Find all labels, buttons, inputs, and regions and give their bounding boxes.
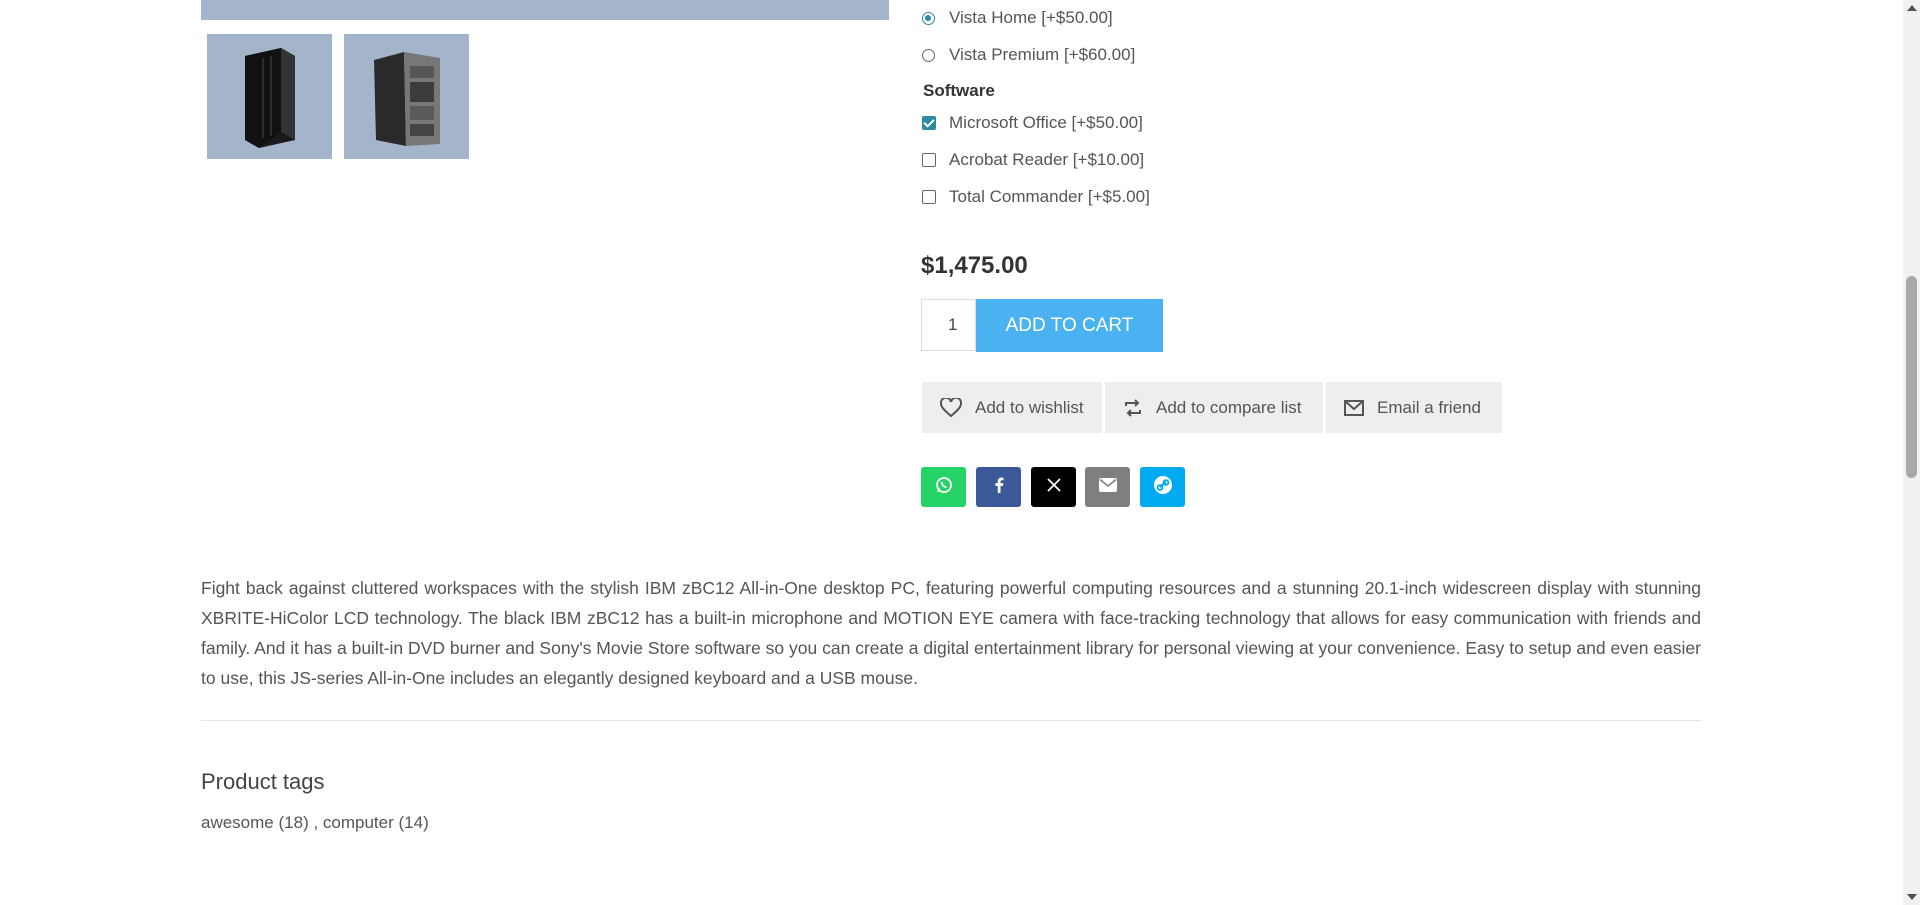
- software-option-microsoft-office[interactable]: Microsoft Office [+$50.00]: [922, 112, 1143, 134]
- product-description: Fight back against cluttered workspaces …: [201, 578, 1701, 688]
- checkbox-checked[interactable]: [922, 116, 936, 130]
- compare-label: Add to compare list: [1156, 397, 1302, 417]
- product-tags-title: Product tags: [201, 769, 325, 794]
- tag-count: (18): [278, 813, 309, 832]
- tag-count: (14): [398, 813, 429, 832]
- share-whatsapp-button[interactable]: [921, 467, 966, 507]
- software-option-acrobat-reader[interactable]: Acrobat Reader [+$10.00]: [922, 149, 1144, 171]
- wishlist-label: Add to wishlist: [975, 397, 1084, 417]
- os-option-vista-home[interactable]: Vista Home [+$50.00]: [922, 7, 1113, 29]
- link-icon: [1153, 475, 1173, 500]
- main-product-image[interactable]: [201, 0, 889, 20]
- tag-link-computer[interactable]: computer (14): [323, 813, 429, 832]
- share-link-button[interactable]: [1140, 467, 1185, 507]
- email-icon: [1098, 477, 1117, 497]
- option-label: Vista Premium [+$60.00]: [949, 45, 1136, 64]
- os-option-vista-premium[interactable]: Vista Premium [+$60.00]: [922, 44, 1135, 66]
- share-email-button[interactable]: [1085, 467, 1130, 507]
- share-x-button[interactable]: [1031, 467, 1076, 507]
- x-icon: [1046, 477, 1062, 498]
- software-option-total-commander[interactable]: Total Commander [+$5.00]: [922, 186, 1150, 208]
- email-label: Email a friend: [1377, 397, 1481, 417]
- heart-icon: [940, 397, 962, 418]
- option-label: Vista Home [+$50.00]: [949, 8, 1113, 27]
- radio-button-selected[interactable]: [922, 11, 935, 25]
- product-price: $1,475.00: [921, 252, 1028, 279]
- scrollbar-thumb[interactable]: [1906, 276, 1917, 478]
- scroll-down-arrow-icon[interactable]: [1907, 894, 1917, 900]
- software-label: Software: [923, 81, 995, 100]
- quantity-input[interactable]: [921, 299, 976, 351]
- tag-label: computer: [322, 813, 394, 832]
- scroll-up-arrow-icon[interactable]: [1907, 5, 1917, 11]
- compare-icon: [1123, 398, 1143, 417]
- add-to-cart-button[interactable]: ADD TO CART: [976, 299, 1163, 352]
- checkbox[interactable]: [922, 153, 936, 167]
- share-facebook-button[interactable]: [976, 467, 1021, 507]
- email-a-friend-button[interactable]: Email a friend: [1326, 382, 1502, 433]
- tag-label: awesome: [201, 813, 274, 832]
- option-label: Microsoft Office [+$50.00]: [949, 113, 1143, 132]
- facebook-icon: [993, 477, 1005, 498]
- radio-button[interactable]: [922, 48, 935, 62]
- page-scrollbar[interactable]: [1903, 0, 1920, 905]
- thumbnail-front[interactable]: [207, 34, 332, 159]
- add-to-compare-button[interactable]: Add to compare list: [1105, 382, 1323, 433]
- tag-separator: ,: [308, 813, 323, 832]
- tag-link-awesome[interactable]: awesome (18): [201, 813, 309, 832]
- envelope-icon: [1344, 399, 1364, 416]
- thumbnail-open[interactable]: [344, 34, 469, 159]
- whatsapp-icon: [935, 476, 953, 499]
- checkbox[interactable]: [922, 190, 936, 204]
- option-label: Total Commander [+$5.00]: [949, 187, 1150, 206]
- add-to-wishlist-button[interactable]: Add to wishlist: [922, 382, 1102, 433]
- product-tags-list: awesome (18) , computer (14): [201, 813, 429, 833]
- section-divider: [201, 720, 1701, 721]
- option-label: Acrobat Reader [+$10.00]: [949, 150, 1145, 169]
